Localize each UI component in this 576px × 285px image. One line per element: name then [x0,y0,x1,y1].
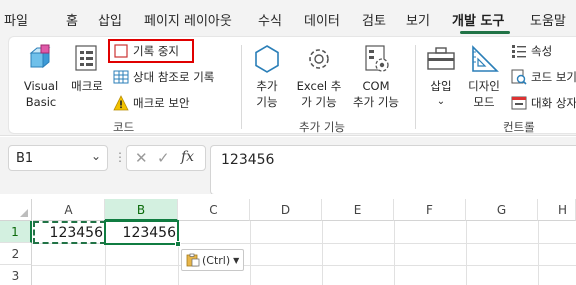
column-header-g[interactable]: G [466,199,538,221]
insert-function-icon[interactable]: fx [181,149,194,165]
visual-basic-icon [25,43,57,75]
view-code-button[interactable]: 코드 보기 [511,69,576,85]
grid-line [394,221,395,285]
copy-marquee [33,221,106,244]
macro-security-button[interactable]: 매크로 보안 [113,95,190,111]
menu-tabs: 파일 홈 삽입 페이지 레이아웃 수식 데이터 검토 보기 개발 도구 도움말 [0,0,576,36]
ribbon: Visual Basic 매크로 기록 중지 상대 참조로 기록 매크로 보안 … [0,36,576,136]
grid-line [538,221,539,285]
more-options-icon[interactable]: ⋮ [114,150,126,164]
name-box-value: B1 [16,151,34,166]
formula-input[interactable]: 123456 [210,145,576,195]
tab-formulas[interactable]: 수식 [258,10,282,29]
ribbon-panel: Visual Basic 매크로 기록 중지 상대 참조로 기록 매크로 보안 … [8,36,576,134]
ruler-triangle-icon [468,43,500,75]
view-code-icon [511,69,527,85]
tab-view[interactable]: 보기 [406,10,430,29]
spreadsheet-grid: A B C D E F G H 1 2 3 123456 123456 (Ctr… [0,194,576,285]
addins-group-label: 추가 기능 [299,120,345,134]
relative-reference-button[interactable]: 상대 참조로 기록 [113,69,214,85]
properties-label: 속성 [531,44,553,58]
excel-addins-button[interactable]: Excel 추 가 기능 [291,43,347,110]
visual-basic-label-1: Visual [23,79,59,93]
fill-handle[interactable] [175,241,181,247]
insert-control-button[interactable]: 삽입 ⌄ [421,43,461,110]
caret-down-icon: ▼ [233,255,240,265]
addins-label-1: 추가 [256,79,278,93]
insert-control-label: 삽입 [430,79,452,93]
row-header-3[interactable]: 3 [0,265,32,285]
toolbox-icon [425,43,457,75]
active-cell-border [104,220,179,245]
chevron-down-icon: ⌄ [436,96,446,107]
macro-icon [71,43,103,75]
tab-home[interactable]: 홈 [66,10,78,29]
paste-options-button[interactable]: (Ctrl) ▼ [181,249,245,271]
properties-button[interactable]: 속성 [511,43,552,59]
gear-icon [303,43,335,75]
tab-insert[interactable]: 삽입 [98,10,122,29]
relative-reference-label: 상대 참조로 기록 [133,70,215,84]
cancel-icon[interactable]: ✕ [135,149,148,167]
clipboard-icon [186,253,200,267]
row-header-1[interactable]: 1 [0,221,32,243]
group-separator [415,45,416,129]
record-stop-highlight [108,39,194,63]
tab-data[interactable]: 데이터 [304,10,340,29]
excel-addins-label-1: Excel 추 [296,79,342,93]
column-header-b[interactable]: B [105,199,178,221]
grid-line [322,221,323,285]
addins-label-2: 기능 [256,95,278,109]
confirm-check-icon[interactable]: ✓ [157,149,170,167]
macro-button[interactable]: 매크로 [67,43,107,94]
column-header-a[interactable]: A [33,199,105,221]
com-addins-label-1: COM [362,79,390,93]
properties-list-icon [511,43,527,59]
tab-page-layout[interactable]: 페이지 레이아웃 [144,10,232,29]
excel-addins-label-2: 가 기능 [301,95,337,109]
view-code-label: 코드 보기 [531,70,576,84]
visual-basic-button[interactable]: Visual Basic [17,43,65,110]
column-header-d[interactable]: D [250,199,322,221]
tab-review[interactable]: 검토 [362,10,386,29]
hexagon-icon [251,43,283,75]
tab-help[interactable]: 도움말 [530,10,566,29]
controls-group-label: 컨트롤 [503,120,535,134]
tab-file[interactable]: 파일 [4,10,28,29]
column-header-e[interactable]: E [322,199,394,221]
visual-basic-label-2: Basic [25,95,57,109]
run-dialog-label: 대화 상자 [531,96,576,110]
table-grid-icon [113,69,129,85]
name-box[interactable]: B1 ⌄ [8,145,108,171]
design-mode-button[interactable]: 디자인 모드 [463,43,505,110]
code-group-label: 코드 [113,120,135,134]
grid-line [32,265,576,266]
dialog-box-icon [511,95,527,111]
column-header-f[interactable]: F [394,199,466,221]
design-mode-label-2: 모드 [473,95,495,109]
paste-options-label: (Ctrl) [202,253,231,267]
row-header-2[interactable]: 2 [0,243,32,265]
macro-label: 매크로 [71,79,103,93]
group-separator [241,45,242,129]
column-header-h[interactable]: H [538,199,576,221]
column-header-c[interactable]: C [178,199,250,221]
warning-icon [113,95,129,111]
com-addins-button[interactable]: COM 추가 기능 [347,43,405,110]
chevron-down-icon[interactable]: ⌄ [91,149,101,163]
macro-security-label: 매크로 보안 [133,96,190,110]
design-mode-label-1: 디자인 [468,79,500,93]
tab-developer[interactable]: 개발 도구 [452,10,504,29]
grid-line [466,221,467,285]
com-addins-label-2: 추가 기능 [353,95,399,109]
formula-bar: B1 ⌄ ⋮ ✕ ✓ fx 123456 [0,137,576,195]
grid-line [250,221,251,285]
com-document-gear-icon [360,43,392,75]
select-all-button[interactable] [0,199,32,221]
active-tab-indicator [460,31,510,34]
addins-button[interactable]: 추가 기능 [249,43,285,110]
formula-buttons: ✕ ✓ fx [126,145,206,171]
run-dialog-button[interactable]: 대화 상자 [511,95,576,111]
